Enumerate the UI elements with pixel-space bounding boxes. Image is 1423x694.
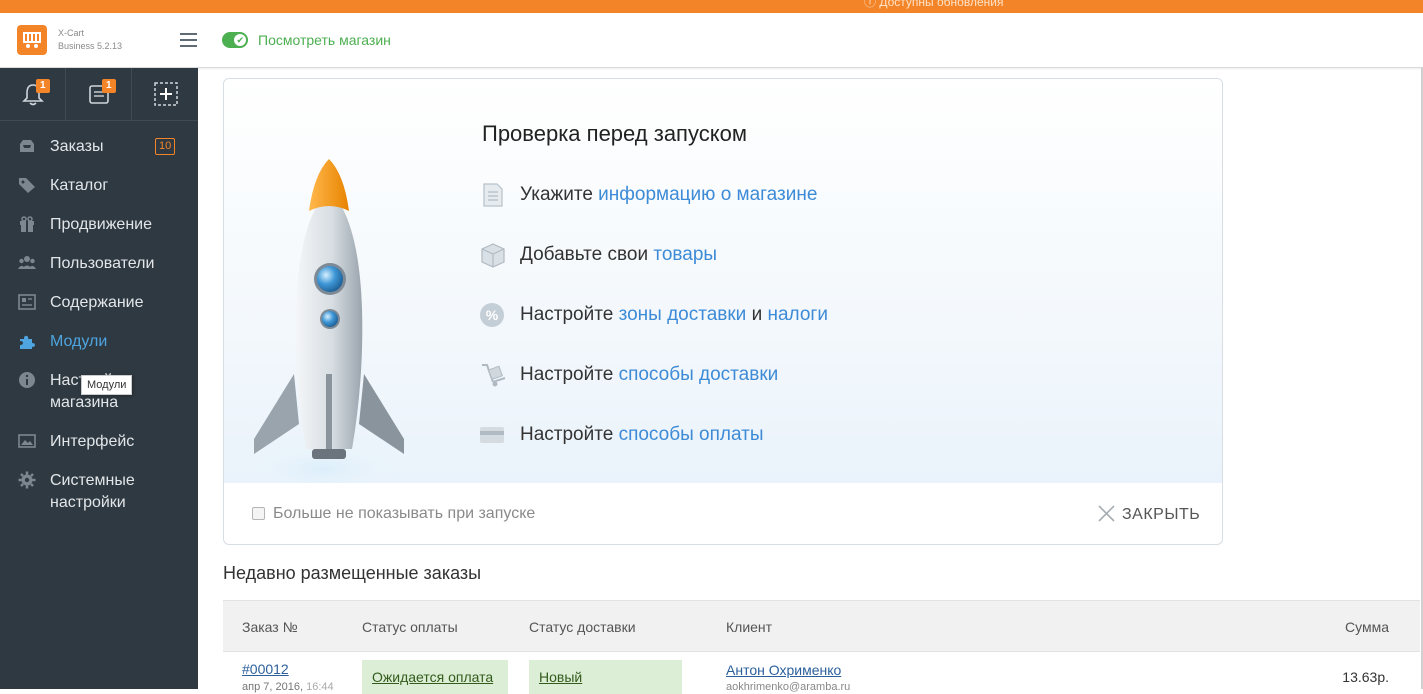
column-total[interactable]: Сумма bbox=[1345, 618, 1389, 636]
column-payment-status[interactable]: Статус оплаты bbox=[362, 618, 458, 636]
rocket-illustration bbox=[254, 159, 404, 483]
recent-orders-table: Заказ № Статус оплаты Статус доставки Кл… bbox=[223, 600, 1420, 694]
orders-icon bbox=[20, 140, 34, 152]
gift-icon bbox=[20, 216, 34, 232]
table-row: #00012 апр 7, 2016, 16:44 Ожидается опла… bbox=[223, 652, 1420, 694]
sidebar-item-label: Системные настройки bbox=[50, 472, 135, 511]
shipping-methods-link[interactable]: способы доставки bbox=[619, 364, 779, 385]
recent-orders-title: Недавно размещенные заказы bbox=[223, 563, 482, 583]
notifications-button[interactable]: 1 bbox=[0, 68, 66, 121]
column-shipping-status[interactable]: Статус доставки bbox=[529, 618, 636, 636]
order-total: 13.63р. bbox=[1342, 669, 1389, 685]
brand: X-Cart Business 5.2.13 bbox=[58, 27, 122, 53]
sidebar-item-orders[interactable]: Заказы 10 bbox=[0, 128, 198, 167]
notifications-badge: 1 bbox=[36, 79, 50, 93]
step-text: Укажите информацию о магазине bbox=[520, 184, 818, 205]
dont-show-label[interactable]: Больше не показывать при запуске bbox=[273, 504, 535, 524]
updates-link[interactable]: ⓘ Доступны обновления bbox=[864, 0, 1003, 8]
brand-version: Business 5.2.13 bbox=[58, 41, 123, 51]
launch-card-body: Проверка перед запуском Укажите информац… bbox=[224, 79, 1222, 483]
dont-show-checkbox[interactable] bbox=[252, 507, 265, 520]
gear-icon bbox=[18, 471, 36, 489]
info-icon bbox=[19, 372, 35, 388]
customer-email: aokhrimenko@aramba.ru bbox=[726, 681, 851, 693]
sidebar-item-label: Интерфейс bbox=[50, 433, 135, 450]
launch-checklist-card: Проверка перед запуском Укажите информац… bbox=[223, 78, 1223, 545]
document-icon bbox=[483, 183, 503, 207]
view-store-link[interactable]: Посмотреть магазин bbox=[258, 32, 391, 48]
credit-card-icon bbox=[480, 427, 504, 443]
sidebar-item-label: Заказы bbox=[50, 138, 104, 155]
box-icon bbox=[481, 243, 505, 268]
brand-name: X-Cart bbox=[58, 28, 85, 38]
updates-bar: ⓘ Доступны обновления bbox=[0, 0, 1423, 13]
sidebar-item-label: Модули bbox=[50, 333, 108, 350]
sidebar-item-interface[interactable]: Интерфейс bbox=[0, 423, 198, 462]
content-icon bbox=[18, 294, 36, 310]
logo-icon[interactable] bbox=[17, 25, 47, 55]
sidebar-item-modules[interactable]: Модули bbox=[0, 323, 198, 362]
tooltip: Модули bbox=[81, 375, 133, 395]
taxes-link[interactable]: налоги bbox=[767, 304, 827, 325]
users-icon bbox=[18, 256, 36, 269]
puzzle-icon bbox=[20, 335, 35, 349]
add-button[interactable] bbox=[132, 68, 198, 121]
launch-card-footer: Больше не показывать при запуске ЗАКРЫТЬ bbox=[224, 483, 1222, 544]
add-icon bbox=[154, 82, 178, 106]
launch-card-title: Проверка перед запуском bbox=[482, 121, 747, 146]
customer-link[interactable]: Антон Охрименко bbox=[726, 662, 841, 678]
order-number-link[interactable]: #00012 bbox=[242, 661, 289, 677]
close-button[interactable]: ЗАКРЫТЬ bbox=[1122, 504, 1200, 526]
sidebar-item-promotion[interactable]: Продвижение bbox=[0, 206, 198, 245]
store-toggle[interactable]: ✔ bbox=[222, 32, 248, 48]
header: X-Cart Business 5.2.13 ✔ Посмотреть мага… bbox=[0, 13, 1423, 68]
tag-icon bbox=[19, 178, 35, 193]
sidebar-item-catalog[interactable]: Каталог bbox=[0, 167, 198, 206]
sidebar-item-label: Пользователи bbox=[50, 255, 155, 272]
menu-toggle-icon[interactable] bbox=[180, 33, 197, 47]
column-customer[interactable]: Клиент bbox=[726, 618, 772, 636]
messages-badge: 1 bbox=[102, 79, 116, 93]
store-info-link[interactable]: информацию о магазине bbox=[598, 184, 817, 205]
messages-button[interactable]: 1 bbox=[66, 68, 132, 121]
sidebar-item-label: Продвижение bbox=[50, 216, 152, 233]
payment-methods-link[interactable]: способы оплаты bbox=[619, 424, 764, 445]
sidebar-item-users[interactable]: Пользователи bbox=[0, 245, 198, 284]
sidebar-menu: Заказы 10 Каталог Продвижение Пользовате… bbox=[0, 128, 198, 523]
shipping-zones-link[interactable]: зоны доставки bbox=[619, 304, 747, 325]
image-icon bbox=[18, 434, 36, 448]
orders-count-badge: 10 bbox=[155, 138, 176, 155]
step-text: Настройте зоны доставки и налоги bbox=[520, 304, 828, 325]
sidebar-item-content[interactable]: Содержание bbox=[0, 284, 198, 323]
step-text: Добавьте свои товары bbox=[520, 244, 718, 265]
column-order-number[interactable]: Заказ № bbox=[242, 618, 298, 636]
products-link[interactable]: товары bbox=[653, 244, 717, 265]
check-icon: ✔ bbox=[236, 35, 244, 45]
close-icon[interactable] bbox=[1097, 504, 1116, 523]
percent-icon: % bbox=[480, 303, 504, 327]
sidebar-item-system-settings[interactable]: Системные настройки bbox=[0, 462, 198, 523]
step-text: Настройте способы оплаты bbox=[520, 424, 764, 445]
sidebar-item-label: Каталог bbox=[50, 177, 109, 194]
svg-text:%: % bbox=[486, 307, 499, 323]
sidebar-item-label: Содержание bbox=[50, 294, 144, 311]
dolly-icon bbox=[482, 364, 506, 387]
table-header: Заказ № Статус оплаты Статус доставки Кл… bbox=[223, 600, 1420, 652]
quick-actions: 1 1 bbox=[0, 68, 198, 121]
step-text: Настройте способы доставки bbox=[520, 364, 779, 385]
order-date: апр 7, 2016, 16:44 bbox=[242, 681, 334, 693]
